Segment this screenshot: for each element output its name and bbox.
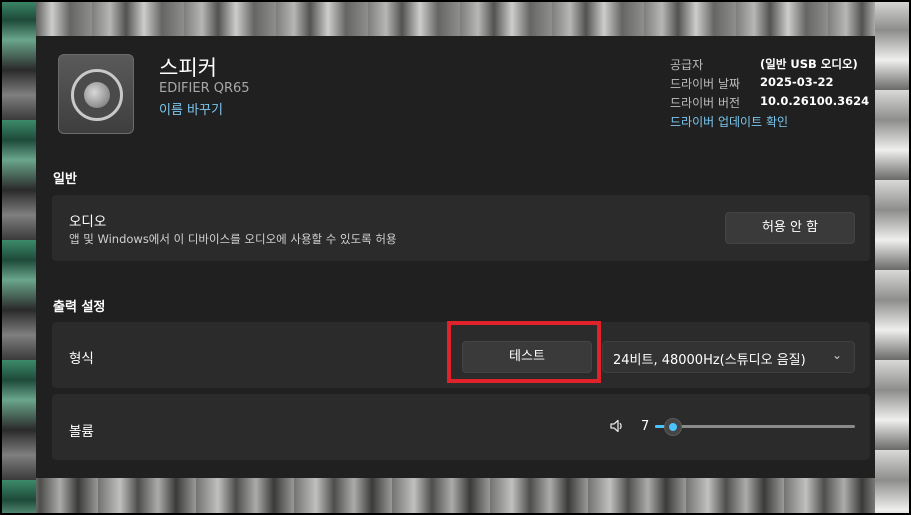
driver-version-value: 10.0.26100.3624 [760,94,870,108]
chevron-down-icon: ⌄ [831,348,842,362]
audio-label: 오디오 [69,214,107,230]
background-bottom-strip [0,478,911,515]
audio-card: 오디오 앱 및 Windows에서 이 디바이스를 오디오에 사용할 수 있도록… [52,195,870,261]
general-section-title: 일반 [53,172,77,187]
driver-version-row: 드라이버 버전 10.0.26100.3624 [670,94,870,113]
device-model: EDIFIER QR65 [159,81,250,96]
format-card: 형식 테스트 24비트, 48000Hz(스튜디오 음질) ⌄ [52,322,870,388]
speaker-volume-icon[interactable] [609,418,625,434]
volume-slider[interactable] [655,418,855,436]
format-select-value: 24비트, 48000Hz(스튜디오 음질) [613,353,806,368]
output-section-title: 출력 설정 [53,300,106,315]
background-right-strip [875,0,911,515]
device-title: 스피커 [159,56,217,80]
driver-date-row: 드라이버 날짜 2025-03-22 [670,75,870,94]
driver-update-row: 드라이버 업데이트 확인 [670,113,870,132]
driver-update-link[interactable]: 드라이버 업데이트 확인 [670,113,788,130]
volume-label: 볼륨 [69,424,94,440]
driver-date-value: 2025-03-22 [760,75,834,89]
driver-info: 공급자 (일반 USB 오디오) 드라이버 날짜 2025-03-22 드라이버… [670,56,870,132]
provider-value: (일반 USB 오디오) [760,57,858,71]
test-button[interactable]: 테스트 [462,341,592,373]
provider-row: 공급자 (일반 USB 오디오) [670,56,870,75]
audio-description: 앱 및 Windows에서 이 디바이스를 오디오에 사용할 수 있도록 허용 [69,232,397,246]
speaker-device-icon [58,54,134,134]
background-top-strip [0,0,911,36]
rename-link[interactable]: 이름 바꾸기 [159,99,223,118]
volume-slider-thumb[interactable] [664,418,682,436]
format-select[interactable]: 24비트, 48000Hz(스튜디오 음질) ⌄ [602,341,855,373]
device-properties-panel: 스피커 EDIFIER QR65 이름 바꾸기 공급자 (일반 USB 오디오)… [36,36,875,478]
provider-label: 공급자 [670,58,704,72]
driver-date-label: 드라이버 날짜 [670,77,741,91]
driver-version-label: 드라이버 버전 [670,96,741,110]
format-label: 형식 [69,351,94,367]
background-left-strip [0,0,36,515]
disallow-button[interactable]: 허용 안 함 [725,212,855,244]
volume-value: 7 [641,419,650,434]
speaker-cone [84,82,110,108]
